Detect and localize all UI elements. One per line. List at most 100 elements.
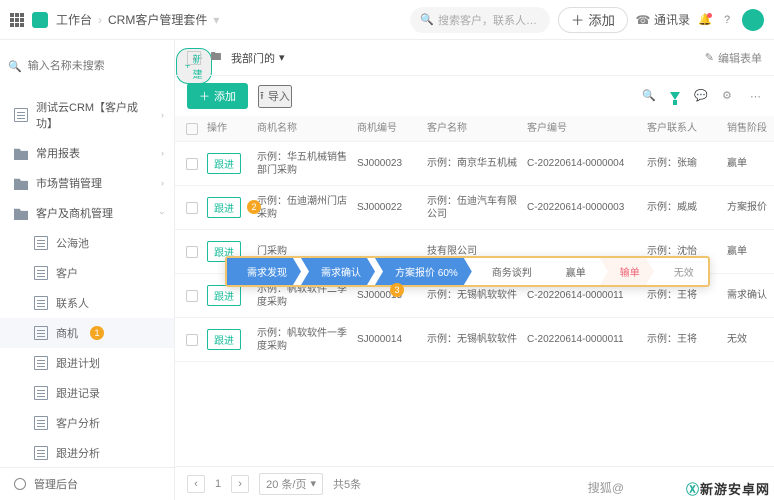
checkbox[interactable] [186, 290, 198, 302]
checkbox[interactable] [186, 202, 198, 214]
checkbox-all[interactable] [186, 123, 198, 135]
next-page-button[interactable]: › [231, 475, 249, 493]
followup-button[interactable]: 跟进 [207, 153, 241, 174]
more-icon[interactable]: ⋯ [750, 90, 762, 103]
settings-icon[interactable]: ⚙ [722, 89, 736, 103]
cell-cust: 示例：无锡帆软软件 [425, 333, 525, 346]
sidebar-item-2[interactable]: 市场营销管理› [0, 168, 174, 198]
sohu-watermark: 搜狐@ [588, 479, 624, 496]
page-number: 1 [215, 478, 221, 490]
stage-5[interactable]: 输单 [600, 258, 654, 285]
doc-icon [34, 446, 48, 460]
top-add-button[interactable]: ＋添加 [558, 7, 628, 33]
callout-badge-3: 3 [390, 283, 404, 297]
sidebar-item-1[interactable]: 常用报表› [0, 138, 174, 168]
col-4: 客户名称 [425, 122, 525, 135]
sidebar-item-8[interactable]: 跟进计划 [0, 348, 174, 378]
import-button[interactable]: ⭱导入 [258, 85, 292, 108]
search-icon: 🔍 [8, 59, 22, 73]
search-icon[interactable]: 🔍 [642, 89, 656, 103]
data-table: 操作商机名称商机编号客户名称客户编号客户联系人销售阶段 跟进 示例：华五机械销售… [175, 116, 774, 466]
chat-icon[interactable]: 💬 [694, 89, 708, 103]
logo [32, 12, 48, 28]
cell-ccode: C-20220614-0000003 [525, 201, 645, 214]
breadcrumb-suite[interactable]: CRM客户管理套件 [108, 11, 207, 28]
bell-icon[interactable]: 🔔 [698, 13, 712, 27]
cell-cust: 示例：伍迪汽车有限公司 [425, 195, 525, 221]
callout-badge-2: 2 [247, 200, 261, 214]
chevron-down-icon: ▾ [310, 477, 316, 490]
avatar[interactable] [742, 9, 764, 31]
checkbox[interactable] [186, 246, 198, 258]
cell-ccode: C-20220614-0000011 [525, 289, 645, 302]
cell-code: SJ000022 [355, 201, 425, 214]
cell-stage: 无效 [725, 333, 774, 346]
chevron-down-icon[interactable]: ▾ [213, 13, 219, 27]
contacts-link[interactable]: ☎通讯录 [636, 11, 690, 28]
cell-stage: 需求确认 [725, 289, 774, 302]
stage-pipeline: 需求发现需求确认方案报价 60%商务谈判赢单输单无效 [225, 256, 710, 287]
cell-code: SJ000023 [355, 157, 425, 170]
cell-stage: 赢单 [725, 157, 774, 170]
folder-icon [14, 206, 28, 220]
collapse-sidebar-button[interactable]: ‹ [187, 51, 201, 65]
table-row: 跟进 示例：伍迪潮州门店采购 SJ000022 示例：伍迪汽车有限公司 C-20… [175, 186, 774, 230]
cell-name: 示例：华五机械销售部门采购 [255, 151, 355, 177]
cell-stage: 赢单 [725, 245, 774, 258]
apps-icon[interactable] [10, 13, 24, 27]
sidebar-item-7[interactable]: 商机1 [0, 318, 174, 348]
plus-icon: ＋ [571, 10, 584, 29]
chevron-down-icon: ▾ [279, 51, 285, 64]
cell-ccode: C-20220614-0000004 [525, 157, 645, 170]
sidebar-item-5[interactable]: 客户 [0, 258, 174, 288]
prev-page-button[interactable]: ‹ [187, 475, 205, 493]
stage-6[interactable]: 无效 [654, 258, 708, 285]
doc-icon [34, 236, 48, 250]
search-placeholder: 搜索客户，联系人… [438, 12, 537, 28]
table-row: 跟进 示例：华五机械销售部门采购 SJ000023 示例：南京华五机械 C-20… [175, 142, 774, 186]
checkbox[interactable] [186, 158, 198, 170]
sidebar-item-11[interactable]: 跟进分析 [0, 438, 174, 467]
stage-3[interactable]: 商务谈判 [472, 258, 546, 285]
plus-icon: ＋ [199, 88, 210, 104]
add-button[interactable]: ＋添加 [187, 83, 248, 109]
cell-cust: 示例：无锡帆软软件 [425, 289, 525, 302]
col-2: 商机名称 [255, 122, 355, 135]
pagesize-select[interactable]: 20 条/页▾ [259, 473, 323, 495]
doc-icon [14, 108, 28, 122]
stage-1[interactable]: 需求确认 [301, 258, 375, 285]
doc-icon [34, 416, 48, 430]
sidebar-search-input[interactable] [28, 60, 170, 72]
doc-icon [34, 356, 48, 370]
cell-contact: 示例：威威 [645, 201, 725, 214]
chevron-icon: › [161, 110, 164, 120]
breadcrumb-workspace[interactable]: 工作台 [56, 11, 92, 28]
sidebar-item-10[interactable]: 客户分析 [0, 408, 174, 438]
cell-name: 示例：伍迪潮州门店采购 [255, 195, 355, 221]
edit-form-link[interactable]: ✎编辑表单 [705, 50, 762, 66]
folder-icon: 🖿 [209, 51, 223, 65]
global-search[interactable]: 🔍 搜索客户，联系人… [410, 7, 550, 33]
stage-2[interactable]: 方案报价 60% [375, 258, 472, 285]
pencil-icon: ✎ [705, 51, 714, 64]
sidebar-item-4[interactable]: 公海池 [0, 228, 174, 258]
followup-button[interactable]: 跟进 [207, 285, 241, 306]
sidebar-item-9[interactable]: 跟进记录 [0, 378, 174, 408]
sidebar-item-6[interactable]: 联系人 [0, 288, 174, 318]
filter-icon[interactable] [670, 92, 680, 100]
followup-button[interactable]: 跟进 [207, 329, 241, 350]
checkbox[interactable] [186, 334, 198, 346]
dept-selector[interactable]: 我部门的▾ [231, 50, 285, 66]
watermark: Ⓧ新游安卓网 [686, 479, 770, 498]
followup-button[interactable]: 跟进 [207, 197, 241, 218]
chevron-icon: › [158, 212, 168, 215]
cell-cust: 示例：南京华五机械 [425, 157, 525, 170]
folder-icon [14, 146, 28, 160]
sidebar-item-0[interactable]: 测试云CRM【客户成功】› [0, 92, 174, 138]
stage-4[interactable]: 赢单 [546, 258, 600, 285]
sidebar: 🔍 +新建 测试云CRM【客户成功】›常用报表›市场营销管理›客户及商机管理›公… [0, 40, 175, 500]
admin-link[interactable]: 管理后台 [0, 467, 174, 500]
sidebar-item-3[interactable]: 客户及商机管理› [0, 198, 174, 228]
stage-0[interactable]: 需求发现 [227, 258, 301, 285]
help-icon[interactable]: ? [720, 13, 734, 27]
